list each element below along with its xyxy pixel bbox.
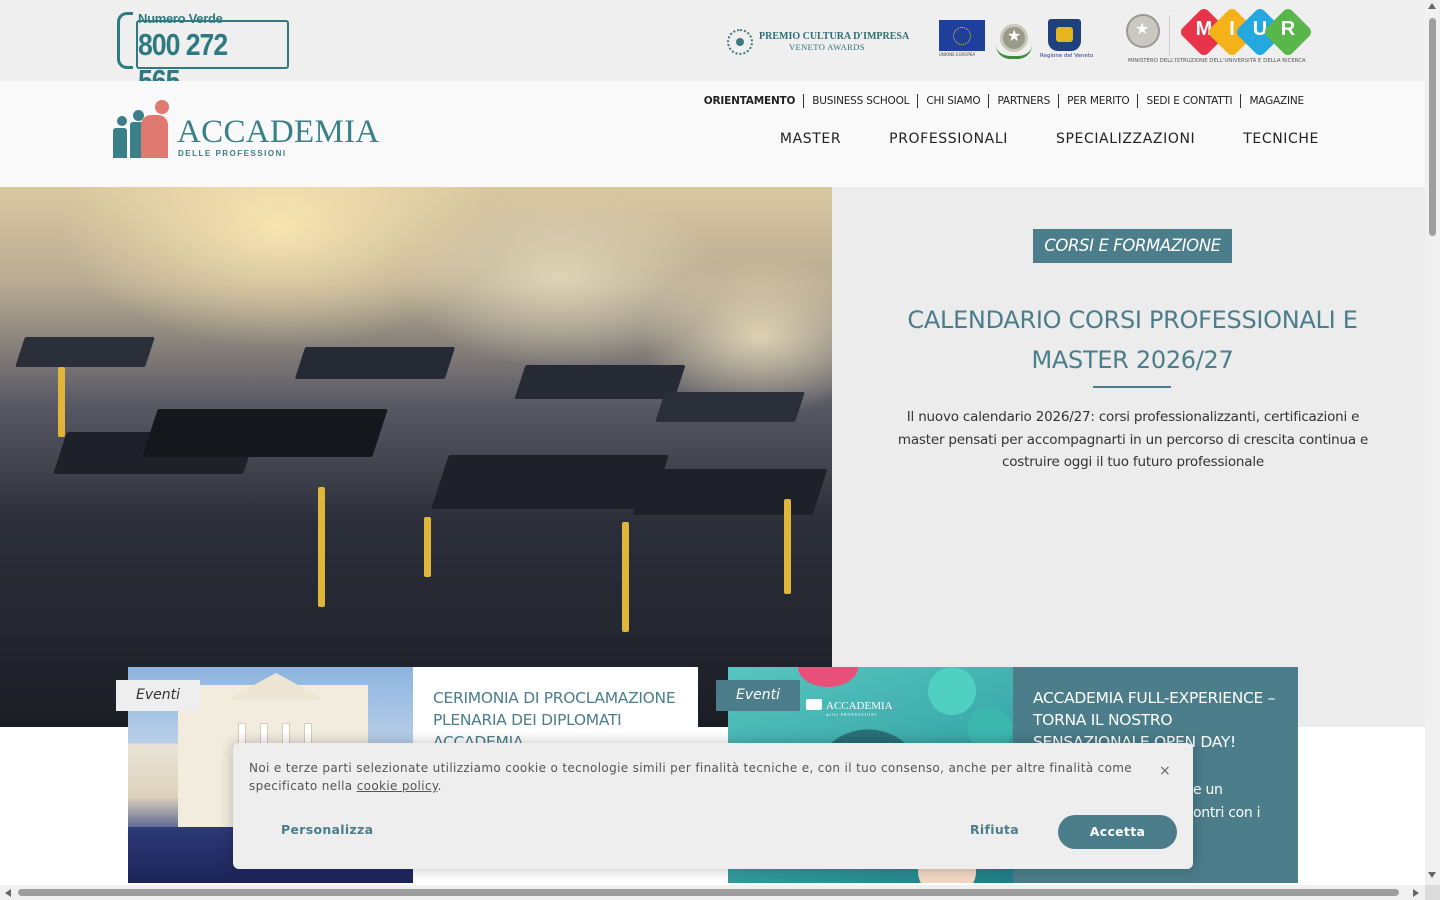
- miur-caption: MINISTERO DELL'ISTRUZIONE DELL'UNIVERSIT…: [1128, 58, 1306, 64]
- scroll-left-arrow-icon[interactable]: [5, 889, 11, 897]
- italian-republic-emblem-icon: [1126, 14, 1160, 48]
- subnav-orientamento[interactable]: ORIENTAMENTO: [696, 94, 803, 108]
- award-title: PREMIO CULTURA D'IMPRESA: [759, 31, 910, 42]
- logo-head-3: [155, 100, 169, 114]
- cookie-consent-banner: Noi e terze parti selezionate utilizziam…: [233, 743, 1193, 869]
- cookie-message: Noi e terze parti selezionate utilizziam…: [249, 761, 1133, 793]
- logo-figure-3: [141, 115, 168, 158]
- logo-head-1: [117, 116, 127, 126]
- nav-master[interactable]: MASTER: [780, 131, 841, 147]
- subnav-partners[interactable]: PARTNERS: [988, 94, 1058, 108]
- card-category-tag[interactable]: Eventi: [116, 680, 200, 711]
- award-medal-icon: [727, 29, 753, 55]
- miur-letter: R: [1280, 18, 1296, 40]
- hero-title-underline: [1093, 386, 1171, 388]
- thumb-accademia-logo: ACCADEMIA delle PROFESSIONI: [806, 699, 893, 717]
- logo-wordmark: ACCADEMIA: [177, 114, 380, 150]
- close-icon[interactable]: ×: [1159, 763, 1171, 779]
- scroll-right-arrow-icon[interactable]: [1413, 889, 1419, 897]
- veneto-lion-icon: [1048, 19, 1081, 51]
- scrollbar-corner: [1425, 885, 1440, 900]
- regione-veneto-logo: Regione del Veneto: [1040, 19, 1094, 63]
- main-nav: MASTER PROFESSIONALI SPECIALIZZAZIONI TE…: [780, 131, 1319, 147]
- hero-graduation-image: [0, 187, 832, 727]
- secondary-nav: ORIENTAMENTO BUSINESS SCHOOL CHI SIAMO P…: [696, 94, 1304, 108]
- hero-description: Il nuovo calendario 2026/27: corsi profe…: [897, 409, 1369, 470]
- scroll-down-arrow-icon[interactable]: [1428, 872, 1436, 878]
- top-bar: Numero Verde 800 272 565 PREMIO CULTURA …: [0, 0, 1425, 98]
- nav-specializzazioni[interactable]: SPECIALIZZAZIONI: [1056, 131, 1195, 147]
- hero-title[interactable]: CALENDARIO CORSI PROFESSIONALI E MASTER …: [880, 300, 1385, 380]
- cookie-policy-link[interactable]: cookie policy: [357, 779, 438, 793]
- miur-logo: MIUR MINISTERO DELL'ISTRUZIONE DELL'UNIV…: [1126, 6, 1314, 67]
- subnav-magazine[interactable]: MAGAZINE: [1240, 94, 1304, 108]
- horizontal-scrollbar[interactable]: [0, 885, 1425, 900]
- phone-icon: [117, 12, 133, 69]
- subnav-sedi-e-contatti[interactable]: SEDI E CONTATTI: [1137, 94, 1240, 108]
- scroll-up-arrow-icon[interactable]: [1428, 3, 1436, 9]
- logo-tagline: DELLE PROFESSIONI: [178, 149, 287, 158]
- toll-free-label: Numero Verde: [138, 11, 223, 26]
- hero-category-badge[interactable]: CORSI E FORMAZIONE: [1033, 229, 1232, 263]
- customize-button[interactable]: Personalizza: [281, 822, 373, 837]
- toll-free-number[interactable]: Numero Verde 800 272 565: [117, 11, 292, 98]
- award-subtitle: VENETO AWARDS: [789, 42, 865, 52]
- vertical-scroll-thumb[interactable]: [1429, 18, 1436, 236]
- divider: [1169, 15, 1170, 55]
- premio-cultura-impresa-award[interactable]: PREMIO CULTURA D'IMPRESA VENETO AWARDS: [727, 27, 909, 59]
- eu-caption: UNIONE EUROPEA: [939, 52, 976, 57]
- vertical-scrollbar[interactable]: [1425, 0, 1440, 885]
- italian-republic-emblem-icon: [996, 21, 1032, 59]
- subnav-chi-siamo[interactable]: CHI SIAMO: [917, 94, 988, 108]
- logo-figure-1: [113, 128, 127, 158]
- accept-button[interactable]: Accetta: [1058, 815, 1177, 849]
- nav-tecniche[interactable]: TECNICHE: [1243, 131, 1319, 147]
- veneto-caption: Regione del Veneto: [1040, 53, 1094, 59]
- eu-flag-icon: [939, 20, 985, 51]
- reject-button[interactable]: Rifiuta: [970, 822, 1019, 837]
- subnav-business-school[interactable]: BUSINESS SCHOOL: [803, 94, 917, 108]
- eu-flag-logo: UNIONE EUROPEA: [939, 20, 985, 61]
- accademia-logo[interactable]: ACCADEMIA DELLE PROFESSIONI: [113, 100, 379, 160]
- card-category-tag[interactable]: Eventi: [716, 680, 800, 711]
- horizontal-scroll-thumb[interactable]: [18, 889, 1399, 896]
- nav-professionali[interactable]: PROFESSIONALI: [889, 131, 1008, 147]
- subnav-per-merito[interactable]: PER MERITO: [1058, 94, 1137, 108]
